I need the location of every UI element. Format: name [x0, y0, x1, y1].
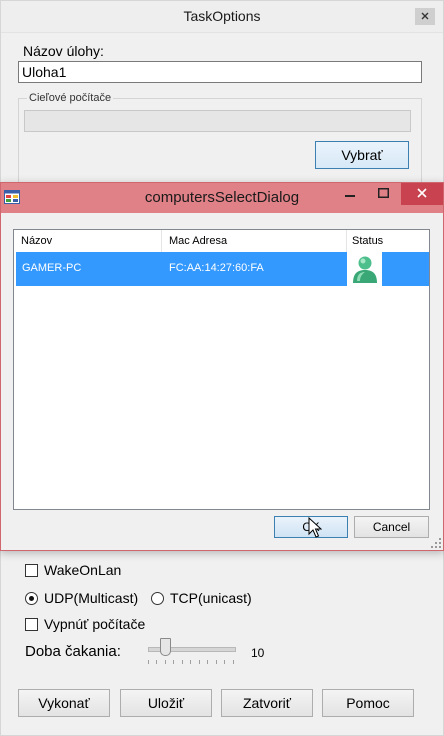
- computers-list-view[interactable]: Názov Mac Adresa Status GAMER-PC FC:AA:1…: [13, 229, 430, 510]
- wait-time-slider-thumb[interactable]: [160, 638, 171, 656]
- wait-time-value: 10: [251, 646, 265, 660]
- column-separator[interactable]: [346, 230, 347, 252]
- shutdown-label: Vypnúť počítače: [44, 616, 146, 632]
- column-header-name[interactable]: Názov: [21, 235, 52, 247]
- run-button[interactable]: Vykonať: [18, 689, 110, 717]
- list-item[interactable]: GAMER-PC FC:AA:14:27:60:FA: [16, 252, 429, 286]
- dialog-close-button[interactable]: [401, 183, 443, 205]
- close-button[interactable]: Zatvoriť: [221, 689, 313, 717]
- slider-tick: [207, 660, 208, 664]
- wake-on-lan-checkbox[interactable]: [25, 564, 38, 577]
- computer-name: GAMER-PC: [22, 262, 82, 274]
- help-button[interactable]: Pomoc: [322, 689, 414, 717]
- tcp-unicast-label: TCP(unicast): [170, 590, 252, 606]
- slider-tick: [156, 660, 157, 664]
- status-cell: [347, 252, 382, 286]
- slider-tick: [216, 660, 217, 664]
- column-separator[interactable]: [161, 230, 162, 252]
- udp-multicast-label: UDP(Multicast): [44, 590, 139, 606]
- close-icon: [421, 12, 429, 20]
- task-name-input[interactable]: [18, 61, 422, 83]
- slider-tick: [199, 660, 200, 664]
- slider-tick: [224, 660, 225, 664]
- close-icon: [417, 188, 427, 198]
- task-titlebar: TaskOptions: [1, 1, 443, 33]
- cancel-button[interactable]: Cancel: [354, 516, 429, 538]
- select-computers-button[interactable]: Vybrať: [315, 141, 409, 169]
- slider-tick: [165, 660, 166, 664]
- column-header-mac[interactable]: Mac Adresa: [169, 235, 227, 247]
- user-online-icon: [353, 256, 377, 283]
- save-button[interactable]: Uložiť: [120, 689, 212, 717]
- wait-time-label: Doba čakania:: [25, 643, 121, 660]
- close-window-button[interactable]: [415, 8, 435, 25]
- slider-tick: [182, 660, 183, 664]
- target-computers-field: [24, 110, 411, 132]
- minimize-icon: [345, 195, 355, 197]
- column-header-status[interactable]: Status: [352, 235, 383, 247]
- dialog-titlebar[interactable]: computersSelectDialog: [1, 183, 443, 213]
- tcp-unicast-radio[interactable]: [151, 592, 164, 605]
- mouse-cursor-icon: [308, 517, 322, 538]
- maximize-icon: [377, 188, 389, 198]
- task-name-label: Názov úlohy:: [23, 43, 104, 59]
- slider-tick: [190, 660, 191, 664]
- wake-on-lan-label: WakeOnLan: [44, 562, 122, 578]
- maximize-button[interactable]: [367, 183, 399, 205]
- minimize-button[interactable]: [334, 183, 366, 205]
- shutdown-checkbox[interactable]: [25, 618, 38, 631]
- window-title: TaskOptions: [183, 8, 261, 24]
- slider-tick: [173, 660, 174, 664]
- computer-mac: FC:AA:14:27:60:FA: [169, 262, 264, 274]
- slider-tick: [148, 660, 149, 664]
- target-computers-label: Cieľové počítače: [27, 92, 114, 104]
- slider-tick: [233, 660, 234, 664]
- resize-grip-icon[interactable]: [431, 538, 441, 548]
- udp-multicast-radio[interactable]: [25, 592, 38, 605]
- computers-select-dialog: computersSelectDialog Názov Mac Adresa S…: [0, 182, 444, 551]
